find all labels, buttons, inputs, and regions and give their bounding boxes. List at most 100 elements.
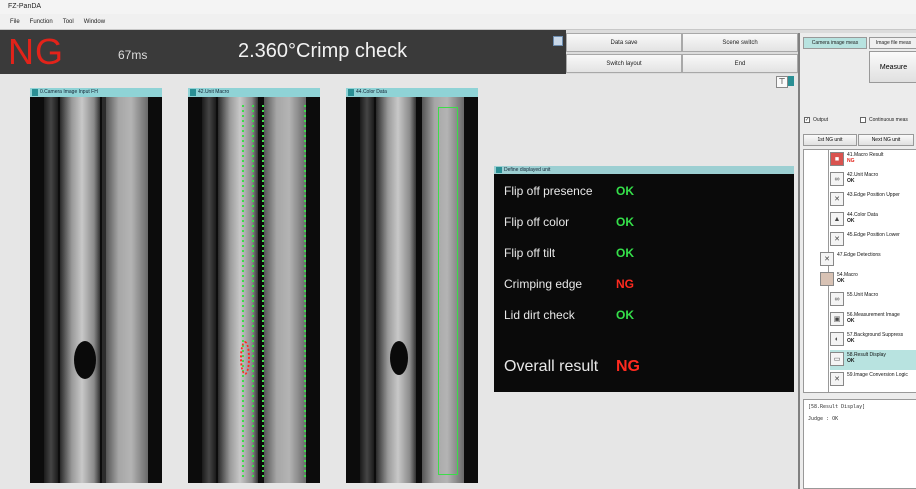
tool-indicator bbox=[788, 76, 794, 86]
control-sidebar: Camera image meas Image file meas Measur… bbox=[798, 33, 916, 489]
flow-item-selected[interactable]: ▭ 58.Result Display OK bbox=[830, 350, 916, 370]
flow-item[interactable]: ◐ 57.Background Suppress OK bbox=[830, 330, 916, 350]
detail-console: [58.Result Display] Judge : OK bbox=[803, 399, 916, 489]
switch-layout-button[interactable]: Switch layout bbox=[566, 54, 682, 73]
data-save-button[interactable]: Data save bbox=[566, 33, 682, 52]
macro-icon bbox=[820, 272, 834, 286]
camera-image-view[interactable] bbox=[30, 97, 162, 483]
flow-item[interactable]: 54.Macro OK bbox=[820, 270, 912, 290]
image-strip bbox=[264, 97, 306, 483]
result-value-flip-off-tilt: OK bbox=[616, 246, 634, 260]
color-data-icon: ▲ bbox=[830, 212, 844, 226]
flow-item-result: OK bbox=[847, 178, 855, 184]
flow-item-result: OK bbox=[847, 318, 855, 324]
flow-item-result: OK bbox=[847, 338, 855, 344]
pin-icon[interactable] bbox=[553, 36, 563, 46]
menu-bar: File Function Tool Window bbox=[0, 14, 916, 30]
panel-header-unit-macro: 42.Unit Macro bbox=[188, 88, 320, 97]
background-suppress-icon: ◐ bbox=[830, 332, 844, 346]
color-data-image-view[interactable] bbox=[346, 97, 478, 483]
checkbox-unchecked-icon bbox=[860, 117, 866, 123]
edge-points bbox=[304, 105, 306, 477]
flow-item[interactable]: ▲ 44.Color Data OK bbox=[830, 210, 916, 230]
unit-macro-image-view[interactable] bbox=[188, 97, 320, 483]
result-label-flip-off-color: Flip off color bbox=[504, 215, 570, 229]
next-ng-unit-button[interactable]: Next NG unit bbox=[858, 134, 914, 146]
menu-file[interactable]: File bbox=[10, 19, 20, 25]
result-label-flip-off-presence: Flip off presence bbox=[504, 184, 593, 198]
result-value-crimping-edge: NG bbox=[616, 277, 634, 291]
overall-judgement: NG bbox=[8, 31, 64, 72]
image-conversion-icon: ✕ bbox=[830, 372, 844, 386]
app-window: FZ-PanDA File Function Tool Window NG 67… bbox=[0, 0, 916, 489]
image-strip bbox=[202, 97, 216, 483]
image-strip bbox=[106, 97, 148, 483]
toolbar: Data save Scene switch Switch layout End bbox=[566, 33, 798, 73]
edge-position-icon: ✕ bbox=[830, 192, 844, 206]
flow-item[interactable]: ■ 41.Macro Result NG bbox=[830, 150, 916, 170]
flow-item[interactable]: ✕ 45.Edge Position Lower bbox=[830, 230, 916, 250]
flow-item-name: 59.Image Conversion Logic bbox=[847, 372, 908, 378]
edge-points bbox=[262, 105, 264, 477]
result-value-flip-off-color: OK bbox=[616, 215, 634, 229]
overall-result-label: Overall result bbox=[504, 358, 599, 375]
color-region-box bbox=[438, 107, 458, 475]
result-panel-header: Define displayed unit bbox=[494, 166, 794, 174]
ng-edge-mark bbox=[240, 341, 250, 375]
continuous-measure-checkbox[interactable]: Continuous meas bbox=[860, 117, 908, 123]
image-strip bbox=[60, 97, 100, 483]
flow-item[interactable]: ✕ 47.Edge Detections bbox=[820, 250, 912, 270]
result-display-icon: ▭ bbox=[830, 352, 844, 366]
menu-window[interactable]: Window bbox=[84, 19, 105, 25]
result-display-panel: Define displayed unit Flip off presence … bbox=[494, 166, 794, 392]
image-strip bbox=[44, 97, 58, 483]
edge-position-icon: ✕ bbox=[830, 232, 844, 246]
panel-header-camera: 0.Camera Image Input FH bbox=[30, 88, 162, 97]
flow-item-result: OK bbox=[837, 278, 845, 284]
menu-function[interactable]: Function bbox=[30, 19, 53, 25]
layout-tool-icon[interactable]: ⊤ bbox=[776, 76, 788, 88]
judgement-bar: NG 67ms 2.360°Crimp check bbox=[0, 30, 566, 74]
tab-camera-image-measure[interactable]: Camera image meas bbox=[803, 37, 867, 49]
flow-item[interactable]: ∞ 42.Unit Macro OK bbox=[830, 170, 916, 190]
unit-macro-icon: ∞ bbox=[830, 172, 844, 186]
image-strip bbox=[376, 97, 416, 483]
scene-flow-list[interactable]: ■ 41.Macro Result NG ∞ 42.Unit Macro OK ✕ 43.… bbox=[803, 149, 916, 393]
result-value-lid-dirt-check: OK bbox=[616, 308, 634, 322]
macro-result-icon: ■ bbox=[830, 152, 844, 166]
crimp-defect-mark bbox=[390, 341, 408, 375]
flow-item-result: OK bbox=[847, 358, 855, 364]
checkbox-checked-icon: ✓ bbox=[804, 117, 810, 123]
output-label: Output bbox=[813, 117, 829, 123]
end-button[interactable]: End bbox=[682, 54, 798, 73]
processing-time: 67ms bbox=[118, 48, 148, 62]
console-line: Judge : OK bbox=[808, 416, 839, 422]
flow-item[interactable]: ✕ 59.Image Conversion Logic bbox=[830, 370, 916, 390]
panel-title: 44.Color Data bbox=[356, 89, 387, 95]
flow-item[interactable]: ∞ 55.Unit Macro bbox=[830, 290, 916, 310]
title-bar: FZ-PanDA bbox=[0, 0, 916, 14]
flow-item-name: 57.Background Suppress bbox=[847, 332, 904, 338]
output-checkbox[interactable]: ✓ Output bbox=[804, 117, 828, 123]
flow-item[interactable]: ▣ 56.Measurement Image OK bbox=[830, 310, 916, 330]
result-label-crimping-edge: Crimping edge bbox=[504, 277, 583, 291]
scene-switch-button[interactable]: Scene switch bbox=[682, 33, 798, 52]
panel-header-color-data: 44.Color Data bbox=[346, 88, 478, 97]
panel-title: 0.Camera Image Input FH bbox=[40, 89, 98, 95]
menu-tool[interactable]: Tool bbox=[63, 19, 74, 25]
edge-detection-icon: ✕ bbox=[820, 252, 834, 266]
unit-macro-icon: ∞ bbox=[830, 292, 844, 306]
result-label-lid-dirt-check: Lid dirt check bbox=[504, 308, 575, 322]
flow-item-result: OK bbox=[847, 218, 855, 224]
crimp-defect-mark bbox=[74, 341, 96, 379]
scene-headline: 2.360°Crimp check bbox=[238, 40, 408, 62]
flow-item-name: 47.Edge Detections bbox=[837, 252, 881, 258]
panel-title: 42.Unit Macro bbox=[198, 89, 230, 95]
first-ng-unit-button[interactable]: 1st NG unit bbox=[803, 134, 857, 146]
measurement-image-icon: ▣ bbox=[830, 312, 844, 326]
measure-button[interactable]: Measure bbox=[869, 51, 916, 83]
overall-result-value: NG bbox=[616, 358, 640, 375]
flow-item-name: 45.Edge Position Lower bbox=[847, 232, 900, 238]
flow-item[interactable]: ✕ 43.Edge Position Upper bbox=[830, 190, 916, 210]
tab-image-file-measure[interactable]: Image file meas bbox=[869, 37, 916, 49]
